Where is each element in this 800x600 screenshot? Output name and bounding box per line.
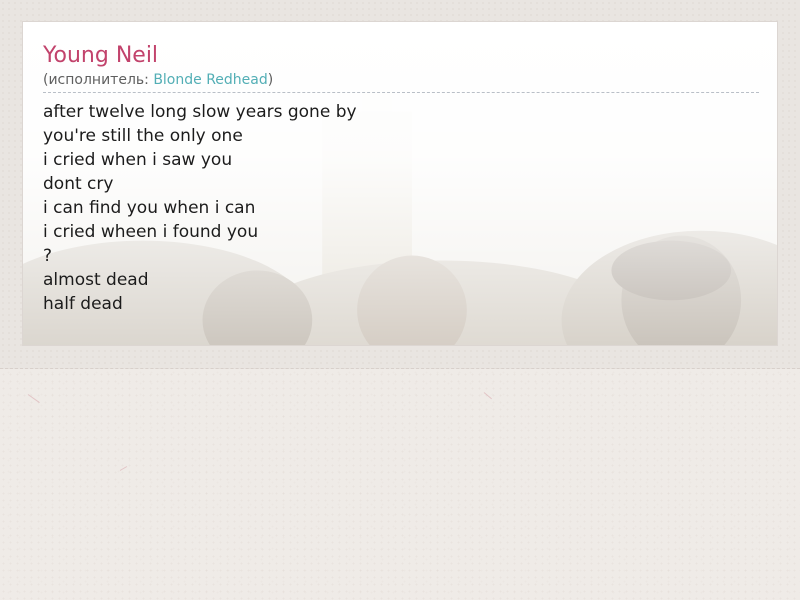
lyrics-card: Young Neil (исполнитель: Blonde Redhead)… bbox=[22, 21, 778, 346]
lyric-line: after twelve long slow years gone by bbox=[43, 102, 357, 122]
lyric-line: i cried wheen i found you bbox=[43, 222, 259, 242]
song-title: Young Neil bbox=[43, 43, 159, 68]
lyrics-list: after twelve long slow years gone by you… bbox=[43, 100, 357, 316]
song-header: Young Neil (исполнитель: Blonde Redhead) bbox=[43, 42, 759, 93]
lyric-line: dont cry bbox=[43, 174, 114, 194]
artist-suffix: ) bbox=[267, 72, 274, 88]
lyric-line: i cried when i saw you bbox=[43, 150, 233, 170]
artist-line: (исполнитель: Blonde Redhead) bbox=[43, 70, 759, 90]
decorative-scratch bbox=[119, 466, 128, 471]
artist-link[interactable]: Blonde Redhead bbox=[153, 72, 267, 88]
lyric-line: almost dead bbox=[43, 270, 149, 290]
lyric-line: you're still the only one bbox=[43, 126, 243, 146]
lyric-line: i can find you when i can bbox=[43, 198, 256, 218]
lyric-line: half dead bbox=[43, 294, 123, 314]
lyric-line: ? bbox=[43, 246, 53, 266]
decorative-scratch bbox=[483, 392, 492, 400]
decorative-scratch bbox=[27, 394, 40, 403]
artist-prefix: (исполнитель: bbox=[43, 72, 154, 88]
